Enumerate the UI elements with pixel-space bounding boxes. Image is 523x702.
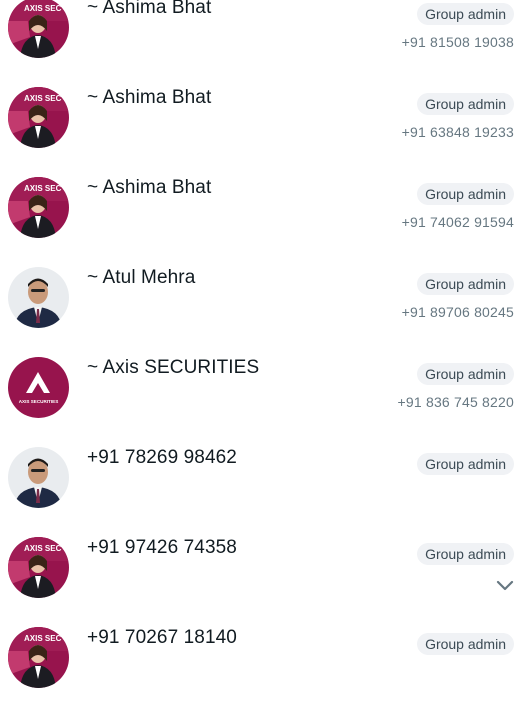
member-phone: +91 81508 19038: [401, 34, 514, 50]
member-name: +91 78269 98462: [87, 447, 237, 468]
member-name: ~ Axis SECURITIES: [87, 357, 260, 378]
member-row[interactable]: AXIS SECURITIES ~ Axis SECURITIES Group …: [0, 342, 523, 432]
member-name: +91 97426 74358: [87, 537, 237, 558]
axis-logo-avatar: AXIS SECURITIES: [8, 357, 69, 418]
member-name: ~ Ashima Bhat: [87, 0, 212, 18]
group-admin-badge: Group admin: [417, 543, 514, 565]
group-admin-badge: Group admin: [417, 363, 514, 385]
group-admin-badge: Group admin: [417, 3, 514, 25]
ashima-avatar: AXIS SEC: [8, 0, 69, 58]
atul-avatar: [8, 447, 69, 508]
member-row[interactable]: AXIS SEC ~ Ashima Bhat Group admin +91 7…: [0, 162, 523, 252]
member-row[interactable]: AXIS SEC ~ Ashima Bhat Group admin +91 8…: [0, 0, 523, 72]
member-row[interactable]: ~ Atul Mehra Group admin +91 89706 80245: [0, 252, 523, 342]
ashima-avatar: AXIS SEC: [8, 177, 69, 238]
axis-banner-text: AXIS SEC: [24, 94, 62, 103]
ashima-avatar: AXIS SEC: [8, 627, 69, 688]
member-phone: +91 836 745 8220: [397, 394, 514, 410]
member-phone: +91 63848 19233: [401, 124, 514, 140]
group-members-list: AXIS SEC ~ Ashima Bhat Group admin +91 8…: [0, 0, 523, 702]
axis-banner-text: AXIS SEC: [24, 544, 62, 553]
member-row[interactable]: AXIS SEC ~ Ashima Bhat Group admin +91 6…: [0, 72, 523, 162]
member-name: ~ Atul Mehra: [87, 267, 196, 288]
member-phone: +91 74062 91594: [401, 214, 514, 230]
group-admin-badge: Group admin: [417, 453, 514, 475]
chevron-down-icon[interactable]: [496, 579, 514, 591]
member-name: ~ Ashima Bhat: [87, 87, 212, 108]
member-row[interactable]: +91 78269 98462 Group admin: [0, 432, 523, 522]
group-admin-badge: Group admin: [417, 183, 514, 205]
ashima-avatar: AXIS SEC: [8, 87, 69, 148]
group-admin-badge: Group admin: [417, 273, 514, 295]
group-admin-badge: Group admin: [417, 633, 514, 655]
member-name: ~ Ashima Bhat: [87, 177, 212, 198]
member-row[interactable]: AXIS SEC +91 97426 74358 Group admin: [0, 522, 523, 612]
member-name: +91 70267 18140: [87, 627, 237, 648]
axis-banner-text: AXIS SEC: [24, 634, 62, 643]
group-admin-badge: Group admin: [417, 93, 514, 115]
member-row[interactable]: AXIS SEC +91 70267 18140 Group admin: [0, 612, 523, 702]
axis-banner-text: AXIS SEC: [24, 4, 62, 13]
member-phone: +91 89706 80245: [401, 304, 514, 320]
axis-banner-text: AXIS SEC: [24, 184, 62, 193]
atul-avatar: [8, 267, 69, 328]
axis-logo-caption: AXIS SECURITIES: [19, 399, 59, 404]
ashima-avatar: AXIS SEC: [8, 537, 69, 598]
